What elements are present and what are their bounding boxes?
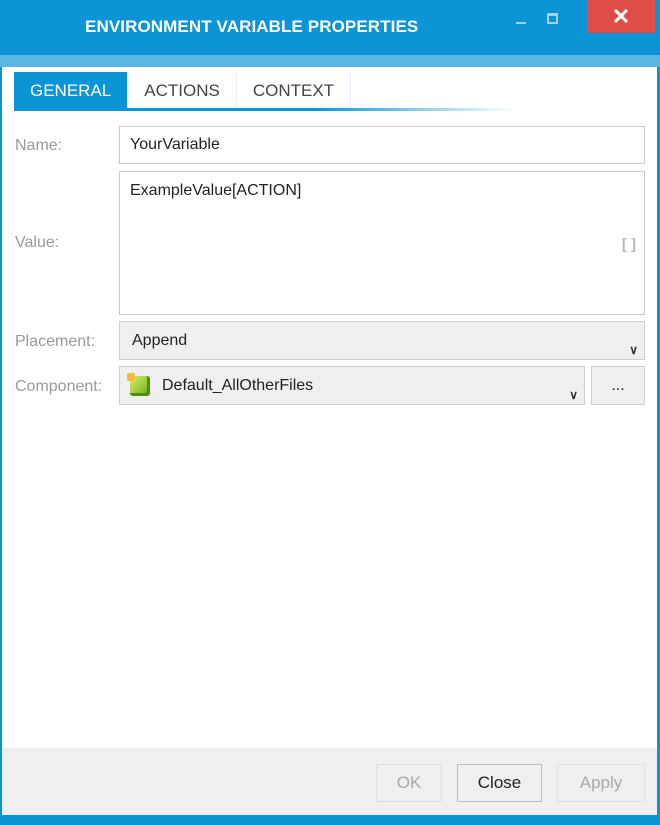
tab-bar: GENERAL ACTIONS CONTEXT [14, 72, 352, 110]
component-value: Default_AllOtherFiles [162, 377, 314, 394]
value-label: Value: [15, 234, 60, 251]
close-window-button[interactable]: ✕ [587, 0, 655, 33]
placement-select[interactable]: Append ∨ [119, 321, 645, 360]
tab-general[interactable]: GENERAL [14, 72, 129, 110]
maximize-icon[interactable] [547, 13, 558, 24]
browse-component-button[interactable]: ... [591, 366, 645, 405]
tab-context[interactable]: CONTEXT [237, 72, 352, 110]
tab-actions[interactable]: ACTIONS [128, 72, 237, 110]
minimize-icon[interactable] [516, 22, 526, 24]
value-textarea[interactable]: ExampleValue[ACTION] [ ] [119, 171, 645, 315]
value-text: ExampleValue[ACTION] [130, 182, 302, 199]
title-bar: ENVIRONMENT VARIABLE PROPERTIES ✕ [0, 0, 660, 55]
component-cube-icon [127, 373, 150, 396]
close-button[interactable]: Close [457, 764, 542, 802]
placement-label: Placement: [15, 333, 96, 350]
placement-value: Append [132, 332, 188, 349]
bracket-hint-button[interactable]: [ ] [622, 236, 636, 253]
name-label: Name: [15, 137, 63, 154]
ok-button[interactable]: OK [376, 764, 442, 802]
button-bar: OK Close Apply [2, 748, 657, 815]
apply-button[interactable]: Apply [557, 764, 645, 802]
tab-underline [14, 108, 514, 111]
dialog-body: GENERAL ACTIONS CONTEXT Name: YourVariab… [2, 67, 657, 815]
window-title: ENVIRONMENT VARIABLE PROPERTIES [85, 17, 419, 36]
chevron-down-icon: ∨ [569, 388, 578, 402]
chevron-down-icon: ∨ [629, 343, 638, 357]
title-strip [0, 55, 660, 67]
component-label: Component: [15, 378, 103, 395]
name-input[interactable]: YourVariable [119, 126, 645, 164]
component-select[interactable]: Default_AllOtherFiles ∨ [119, 366, 585, 405]
